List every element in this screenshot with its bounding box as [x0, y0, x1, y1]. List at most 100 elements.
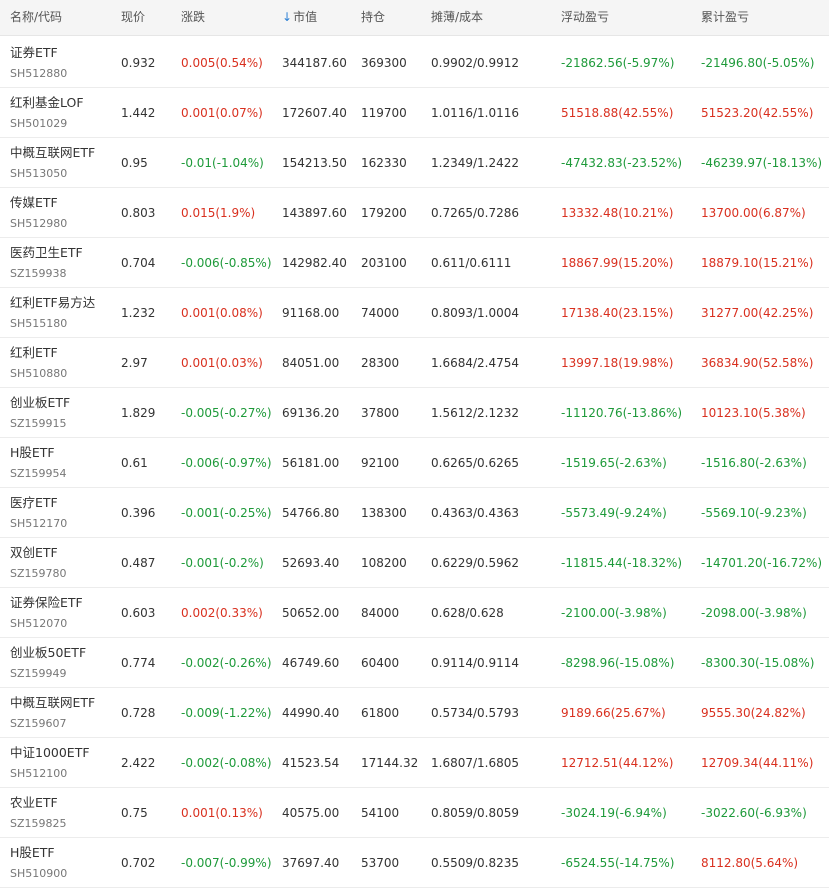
- table-row[interactable]: 医疗ETF SH512170 0.396 -0.001(-0.25%) 54766.80…: [0, 488, 829, 538]
- fund-code: SH510880: [10, 367, 68, 380]
- total-pnl-cell: 10123.10(5.38%): [701, 406, 806, 420]
- cost-cell: 0.4363/0.4363: [431, 506, 520, 520]
- change-cell: 0.001(0.03%): [181, 356, 263, 370]
- fund-name: 双创ETF: [10, 545, 58, 560]
- fund-name: 中证1000ETF: [10, 745, 90, 760]
- table-row[interactable]: 创业板50ETF SZ159949 0.774 -0.002(-0.26%) 46749…: [0, 638, 829, 688]
- holdings-table: 名称/代码 现价 涨跌 ↓市值 持仓 摊薄/成本 浮动盈亏 累计盈亏 证券ETF…: [0, 0, 829, 891]
- col-header-total-pnl[interactable]: 累计盈亏: [701, 9, 749, 25]
- cost-cell: 1.0116/1.0116: [431, 106, 520, 120]
- table-row[interactable]: 双创ETF SZ159780 0.487 -0.001(-0.2%) 52693.40 1…: [0, 538, 829, 588]
- total-pnl-cell: 13700.00(6.87%): [701, 206, 806, 220]
- float-pnl-cell: -11120.76(-13.86%): [561, 406, 683, 420]
- price-cell: 0.803: [121, 206, 156, 220]
- float-pnl-cell: -11815.44(-18.32%): [561, 556, 683, 570]
- market-value-cell: 54766.80: [282, 506, 340, 520]
- table-row[interactable]: H股ETF SH510900 0.702 -0.007(-0.99%) 37697.40…: [0, 838, 829, 888]
- table-row[interactable]: 中证1000ETF SH512100 2.422 -0.002(-0.08%) 4152…: [0, 738, 829, 788]
- cost-cell: 0.9902/0.9912: [431, 56, 520, 70]
- table-header: 名称/代码 现价 涨跌 ↓市值 持仓 摊薄/成本 浮动盈亏 累计盈亏: [0, 0, 829, 36]
- fund-code: SZ159780: [10, 567, 67, 580]
- col-header-name-code[interactable]: 名称/代码: [10, 9, 62, 25]
- price-cell: 0.95: [121, 156, 148, 170]
- position-cell: 74000: [361, 306, 400, 320]
- table-row[interactable]: 创业板ETF SZ159915 1.829 -0.005(-0.27%) 69136.2…: [0, 388, 829, 438]
- fund-name: 中概互联网ETF: [10, 695, 96, 710]
- fund-code: SZ159607: [10, 717, 67, 730]
- table-row[interactable]: H股ETF SZ159954 0.61 -0.006(-0.97%) 56181.00 9…: [0, 438, 829, 488]
- col-header-cost[interactable]: 摊薄/成本: [431, 9, 483, 25]
- change-cell: 0.005(0.54%): [181, 56, 263, 70]
- change-cell: -0.007(-0.99%): [181, 856, 272, 870]
- total-pnl-cell: 51523.20(42.55%): [701, 106, 814, 120]
- position-cell: 162330: [361, 156, 407, 170]
- change-cell: -0.001(-0.2%): [181, 556, 264, 570]
- total-pnl-cell: -1516.80(-2.63%): [701, 456, 807, 470]
- table-row[interactable]: 中概互联网ETF SH513050 0.95 -0.01(-1.04%) 154213.…: [0, 138, 829, 188]
- float-pnl-cell: -47432.83(-23.52%): [561, 156, 683, 170]
- market-value-cell: 154213.50: [282, 156, 347, 170]
- col-header-market-value[interactable]: ↓市值: [282, 9, 317, 25]
- float-pnl-cell: 9189.66(25.67%): [561, 706, 666, 720]
- fund-name: 创业板ETF: [10, 395, 71, 410]
- fund-name: 证券保险ETF: [10, 595, 83, 610]
- table-row[interactable]: 农业ETF SZ159825 0.75 0.001(0.13%) 40575.00 541…: [0, 788, 829, 838]
- market-value-cell: 50652.00: [282, 606, 340, 620]
- price-cell: 0.603: [121, 606, 156, 620]
- col-header-float-pnl[interactable]: 浮动盈亏: [561, 9, 609, 25]
- position-cell: 61800: [361, 706, 400, 720]
- fund-name: 医药卫生ETF: [10, 245, 83, 260]
- table-row[interactable]: 证券保险ETF SH512070 0.603 0.002(0.33%) 50652.00…: [0, 588, 829, 638]
- position-cell: 179200: [361, 206, 407, 220]
- total-pnl-cell: -3022.60(-6.93%): [701, 806, 807, 820]
- position-cell: 28300: [361, 356, 400, 370]
- col-header-price[interactable]: 现价: [121, 9, 145, 25]
- table-row[interactable]: 中概互联网ETF SZ159607 0.728 -0.009(-1.22%) 44990…: [0, 688, 829, 738]
- cost-cell: 0.5734/0.5793: [431, 706, 520, 720]
- total-pnl-cell: -21496.80(-5.05%): [701, 56, 815, 70]
- market-value-cell: 52693.40: [282, 556, 340, 570]
- total-pnl-cell: 36834.90(52.58%): [701, 356, 814, 370]
- table-row[interactable]: 红利ETF SH510880 2.97 0.001(0.03%) 84051.00 283…: [0, 338, 829, 388]
- price-cell: 0.704: [121, 256, 156, 270]
- table-row[interactable]: 传媒ETF SH512980 0.803 0.015(1.9%) 143897.60 17…: [0, 188, 829, 238]
- float-pnl-cell: -5573.49(-9.24%): [561, 506, 667, 520]
- market-value-cell: 142982.40: [282, 256, 347, 270]
- change-cell: -0.001(-0.25%): [181, 506, 272, 520]
- float-pnl-cell: -2100.00(-3.98%): [561, 606, 667, 620]
- fund-name: H股ETF: [10, 845, 55, 860]
- market-value-cell: 143897.60: [282, 206, 347, 220]
- total-pnl-cell: -8300.30(-15.08%): [701, 656, 815, 670]
- cost-cell: 1.6807/1.6805: [431, 756, 520, 770]
- fund-code: SZ159949: [10, 667, 67, 680]
- table-row[interactable]: 红利ETF易方达 SH515180 1.232 0.001(0.08%) 91168.0…: [0, 288, 829, 338]
- fund-code: SZ159915: [10, 417, 67, 430]
- float-pnl-cell: 18867.99(15.20%): [561, 256, 674, 270]
- fund-name: 红利ETF: [10, 345, 58, 360]
- position-cell: 108200: [361, 556, 407, 570]
- float-pnl-cell: 13997.18(19.98%): [561, 356, 674, 370]
- col-header-market-value-label: 市值: [293, 10, 318, 24]
- position-cell: 37800: [361, 406, 400, 420]
- col-header-position[interactable]: 持仓: [361, 9, 385, 25]
- cost-cell: 1.6684/2.4754: [431, 356, 520, 370]
- table-row[interactable]: 证券ETF SH512880 0.932 0.005(0.54%) 344187.60 3…: [0, 38, 829, 88]
- table-row[interactable]: 红利基金LOF SH501029 1.442 0.001(0.07%) 172607.4…: [0, 88, 829, 138]
- price-cell: 2.97: [121, 356, 148, 370]
- market-value-cell: 172607.40: [282, 106, 347, 120]
- fund-name: 医疗ETF: [10, 495, 58, 510]
- fund-name: 中概互联网ETF: [10, 145, 96, 160]
- col-header-change[interactable]: 涨跌: [181, 9, 205, 25]
- total-pnl-cell: 18879.10(15.21%): [701, 256, 814, 270]
- cost-cell: 1.5612/2.1232: [431, 406, 520, 420]
- position-cell: 17144.32: [361, 756, 419, 770]
- total-pnl-cell: 12709.34(44.11%): [701, 756, 814, 770]
- table-row[interactable]: 医药卫生ETF SZ159938 0.704 -0.006(-0.85%) 142982…: [0, 238, 829, 288]
- price-cell: 0.702: [121, 856, 156, 870]
- sort-desc-arrow-icon: ↓: [282, 10, 293, 24]
- fund-name: 农业ETF: [10, 795, 58, 810]
- cost-cell: 0.7265/0.7286: [431, 206, 520, 220]
- fund-code: SH515180: [10, 317, 68, 330]
- fund-name: 证券ETF: [10, 45, 58, 60]
- float-pnl-cell: 12712.51(44.12%): [561, 756, 674, 770]
